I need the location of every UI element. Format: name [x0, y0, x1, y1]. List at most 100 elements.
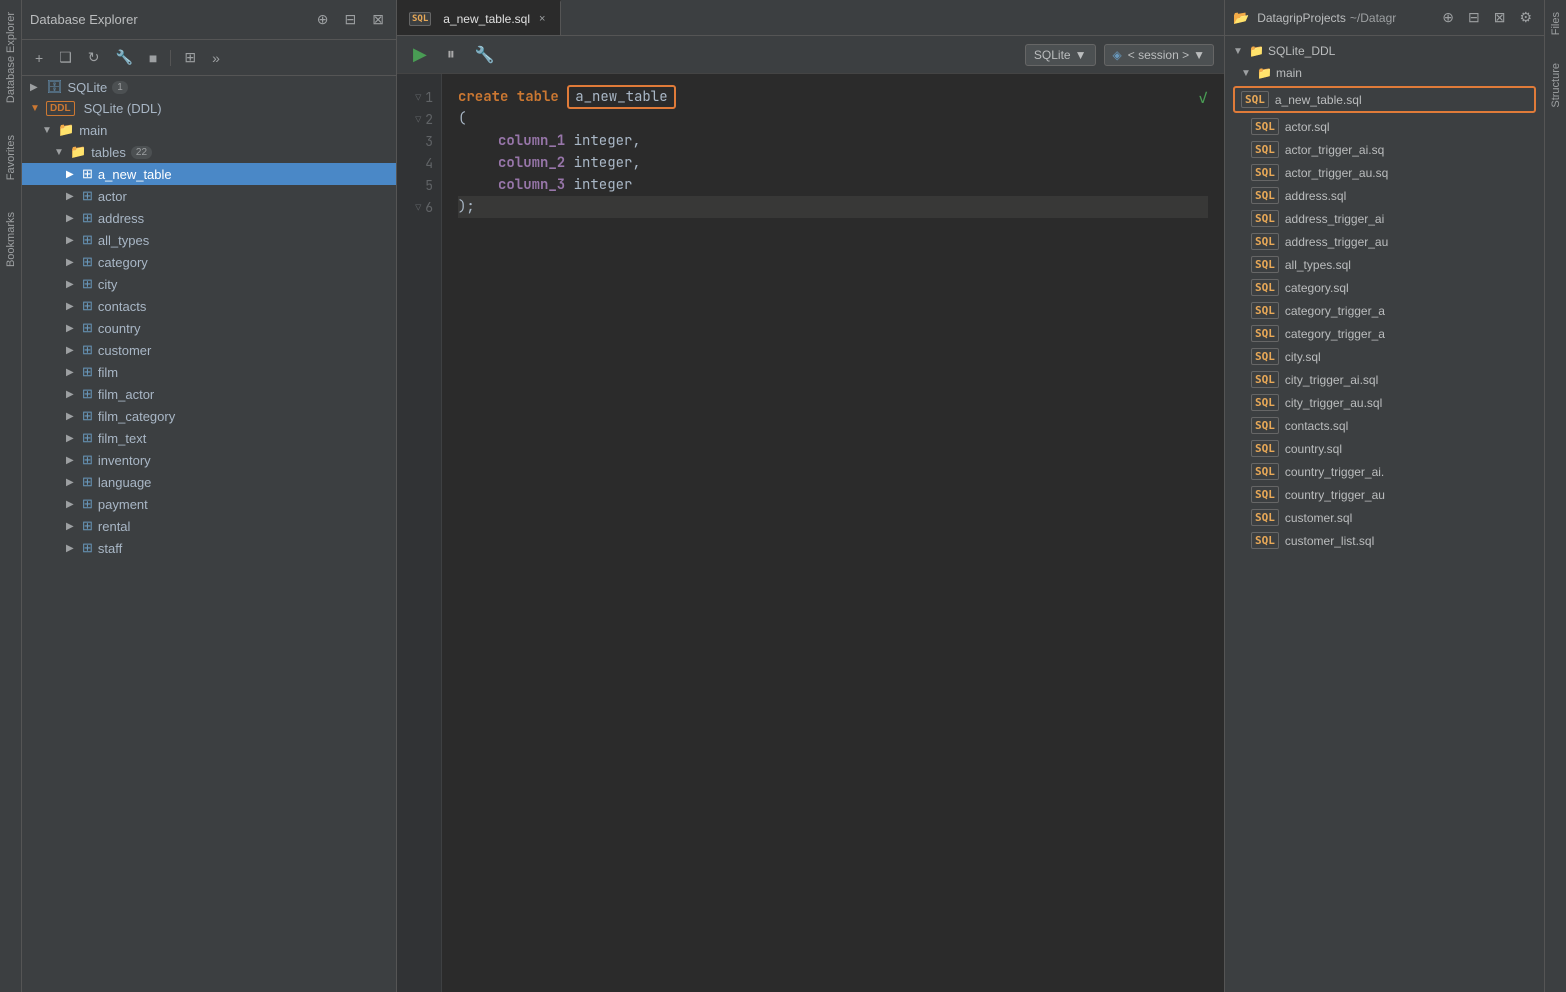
file-item-customer[interactable]: SQL customer.sql: [1225, 506, 1544, 529]
file-item-all-types[interactable]: SQL all_types.sql: [1225, 253, 1544, 276]
file-item-category-trigger-2[interactable]: SQL category_trigger_a: [1225, 322, 1544, 345]
file-item-address-trigger-au[interactable]: SQL address_trigger_au: [1225, 230, 1544, 253]
col-1-name: column_1: [498, 132, 565, 150]
file-item-contacts[interactable]: SQL contacts.sql: [1225, 414, 1544, 437]
tree-sqlite-ddl[interactable]: ▼ DDL SQLite (DDL): [22, 98, 396, 119]
pause-btn[interactable]: ⏸: [441, 43, 461, 67]
tree-item-all-types[interactable]: ▶ ⊞ all_types: [22, 229, 396, 251]
left-vertical-tabs: Database Explorer Favorites Bookmarks: [0, 0, 22, 992]
sql-file-icon: SQL: [1251, 210, 1279, 227]
tree-item-a-new-table[interactable]: ▶ ⊞ a_new_table: [22, 163, 396, 185]
fold-arrow: ▽: [411, 91, 421, 104]
file-item-city[interactable]: SQL city.sql: [1225, 345, 1544, 368]
tree-sqlite[interactable]: ▶ 🗄 SQLite 1: [22, 76, 396, 98]
file-item-actor-trigger-au[interactable]: SQL actor_trigger_au.sq: [1225, 161, 1544, 184]
tree-item-film-actor[interactable]: ▶ ⊞ film_actor: [22, 383, 396, 405]
table-icon: ⊞: [82, 320, 93, 336]
tree-item-film[interactable]: ▶ ⊞ film: [22, 361, 396, 383]
add-connection-btn[interactable]: ⊕: [313, 9, 333, 30]
keyword-create: create table: [458, 88, 567, 106]
tree-item-payment[interactable]: ▶ ⊞ payment: [22, 493, 396, 515]
main-folder[interactable]: ▼ 📁 main: [1225, 62, 1544, 84]
file-item-a-new-table[interactable]: SQL a_new_table.sql: [1233, 86, 1536, 113]
file-item-city-trigger-ai[interactable]: SQL city_trigger_ai.sql: [1225, 368, 1544, 391]
structure-tab[interactable]: Structure: [1548, 59, 1564, 112]
file-item-actor-trigger-ai[interactable]: SQL actor_trigger_ai.sq: [1225, 138, 1544, 161]
file-item-country-trigger-ai[interactable]: SQL country_trigger_ai.: [1225, 460, 1544, 483]
tree-item-film-text[interactable]: ▶ ⊞ film_text: [22, 427, 396, 449]
dialect-selector[interactable]: SQLite ▼: [1025, 44, 1096, 66]
tab-bar: SQL a_new_table.sql ×: [397, 0, 1224, 36]
tree-item-staff[interactable]: ▶ ⊞ staff: [22, 537, 396, 559]
code-content[interactable]: create table a_new_table✓ ( column_1 int…: [442, 74, 1224, 992]
tree-item-address[interactable]: ▶ ⊞ address: [22, 207, 396, 229]
tree-main[interactable]: ▼ 📁 main: [22, 119, 396, 141]
run-btn[interactable]: ▶: [407, 41, 433, 68]
right-settings-btn[interactable]: ⚙: [1515, 7, 1536, 28]
file-item-category[interactable]: SQL category.sql: [1225, 276, 1544, 299]
tree-tables[interactable]: ▼ 📁 tables 22: [22, 141, 396, 163]
table-icon: ⊞: [82, 166, 93, 182]
layout-btn[interactable]: ⊞: [179, 46, 201, 69]
right-vertical-tabs: Files Structure: [1544, 0, 1566, 992]
file-item-country-trigger-au[interactable]: SQL country_trigger_au: [1225, 483, 1544, 506]
file-item-country[interactable]: SQL country.sql: [1225, 437, 1544, 460]
file-item-actor[interactable]: SQL actor.sql: [1225, 115, 1544, 138]
wrench-toolbar-btn[interactable]: 🔧: [469, 42, 501, 68]
sql-file-icon: SQL: [1251, 141, 1279, 158]
tree-area: ▶ 🗄 SQLite 1 ▼ DDL SQLite (DDL) ▼ 📁 main…: [22, 76, 396, 992]
table-icon: ⊞: [82, 276, 93, 292]
tree-item-category[interactable]: ▶ ⊞ category: [22, 251, 396, 273]
equalize-btn[interactable]: ⊟: [341, 9, 361, 30]
sql-file-icon: SQL: [1251, 440, 1279, 457]
tree-item-inventory[interactable]: ▶ ⊞ inventory: [22, 449, 396, 471]
db-explorer-tab[interactable]: Database Explorer: [3, 8, 19, 107]
right-add-btn[interactable]: ⊕: [1438, 7, 1458, 28]
table-icon: ⊞: [82, 474, 93, 490]
tab-close-btn[interactable]: ×: [536, 12, 548, 26]
bookmarks-tab[interactable]: Bookmarks: [3, 208, 19, 271]
line-num-3: 3: [397, 130, 441, 152]
sqlit-ddl-folder[interactable]: ▼ 📁 SQLite_DDL: [1225, 40, 1544, 62]
tree-item-city[interactable]: ▶ ⊞ city: [22, 273, 396, 295]
tree-item-film-category[interactable]: ▶ ⊞ film_category: [22, 405, 396, 427]
code-line-5: column_3 integer: [458, 174, 1208, 196]
session-selector[interactable]: ◈ < session > ▼: [1104, 44, 1215, 66]
file-item-customer-list[interactable]: SQL customer_list.sql: [1225, 529, 1544, 552]
files-tab[interactable]: Files: [1548, 8, 1564, 39]
tree-item-customer[interactable]: ▶ ⊞ customer: [22, 339, 396, 361]
col-2-name: column_2: [498, 154, 565, 172]
code-editor[interactable]: ▽ 1 ▽ 2 3 4 5 ▽ 6: [397, 74, 1224, 992]
sql-file-icon: SQL: [1251, 233, 1279, 250]
table-icon: ⊞: [82, 386, 93, 402]
file-item-address-trigger-ai[interactable]: SQL address_trigger_ai: [1225, 207, 1544, 230]
favorites-tab[interactable]: Favorites: [3, 131, 19, 184]
table-icon: ⊞: [82, 408, 93, 424]
tree-item-country[interactable]: ▶ ⊞ country: [22, 317, 396, 339]
tree-item-contacts[interactable]: ▶ ⊞ contacts: [22, 295, 396, 317]
table-icon: ⊞: [82, 430, 93, 446]
refresh-btn[interactable]: ↻: [83, 46, 105, 69]
col-3-name: column_3: [498, 176, 565, 194]
tree-item-rental[interactable]: ▶ ⊞ rental: [22, 515, 396, 537]
tab-label: a_new_table.sql: [443, 12, 530, 26]
tree-item-language[interactable]: ▶ ⊞ language: [22, 471, 396, 493]
file-item-address[interactable]: SQL address.sql: [1225, 184, 1544, 207]
right-panel-content: ▼ 📁 SQLite_DDL ▼ 📁 main SQL a_new_table.…: [1225, 36, 1544, 992]
collapse-all-btn[interactable]: ⊠: [368, 9, 388, 30]
editor-toolbar: ▶ ⏸ 🔧 SQLite ▼ ◈ < session > ▼: [397, 36, 1224, 74]
sql-file-icon: SQL: [1251, 325, 1279, 342]
stop-btn[interactable]: ■: [144, 47, 162, 69]
editor-tab[interactable]: SQL a_new_table.sql ×: [397, 0, 561, 35]
wrench-btn[interactable]: 🔧: [110, 46, 137, 69]
copy-btn[interactable]: ❑: [54, 46, 77, 69]
add-btn[interactable]: +: [30, 47, 48, 69]
tree-item-actor[interactable]: ▶ ⊞ actor: [22, 185, 396, 207]
right-equalize-btn[interactable]: ⊟: [1464, 7, 1484, 28]
file-item-category-trigger-1[interactable]: SQL category_trigger_a: [1225, 299, 1544, 322]
more-btn[interactable]: »: [207, 47, 225, 69]
file-item-city-trigger-au[interactable]: SQL city_trigger_au.sql: [1225, 391, 1544, 414]
fold-arrow: ▽: [411, 201, 421, 214]
right-collapse-btn[interactable]: ⊠: [1490, 7, 1510, 28]
sql-file-icon: SQL: [1251, 279, 1279, 296]
